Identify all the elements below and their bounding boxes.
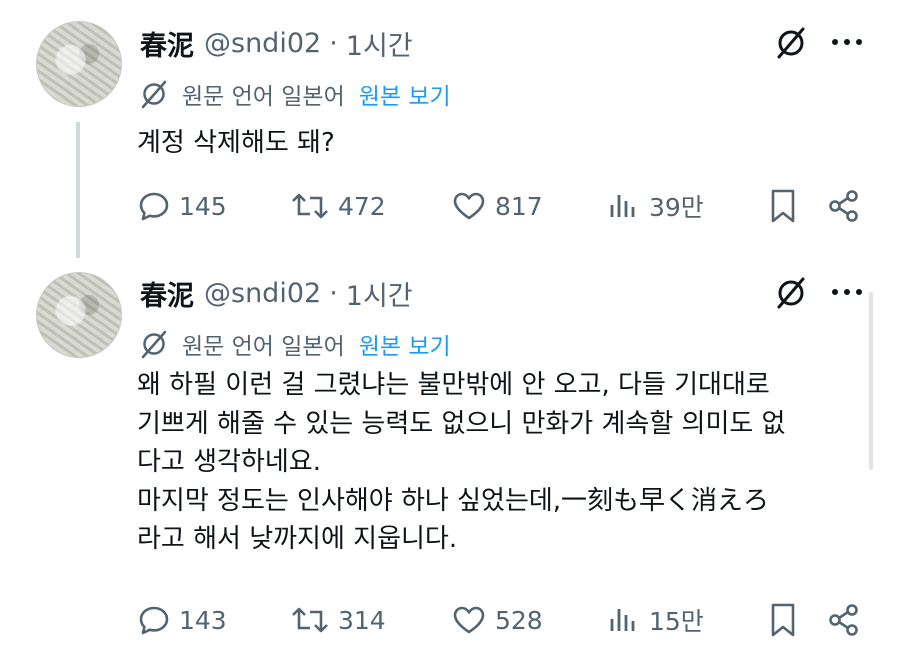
share-icon <box>829 190 858 222</box>
views-icon <box>610 195 635 217</box>
separator: · <box>329 27 338 59</box>
slashed-circle-icon <box>141 330 167 359</box>
translation-label: 원문 언어 일본어 <box>182 84 345 110</box>
separator: · <box>329 277 338 309</box>
scrollbar[interactable] <box>869 292 873 470</box>
view-original-link[interactable]: 원본 보기 <box>359 77 451 111</box>
tweet[interactable]: 春泥 @sndi02 · 1시간 원문 언어 일본어 원본 보기 왜 하필 이런… <box>0 262 900 663</box>
tweet-header: 春泥 @sndi02 · 1시간 <box>140 24 413 63</box>
timestamp[interactable]: 1시간 <box>346 274 413 313</box>
like-count: 528 <box>495 605 543 635</box>
like-button[interactable]: 528 <box>451 600 543 640</box>
like-button[interactable]: 817 <box>451 186 543 226</box>
reply-button[interactable]: 145 <box>137 186 227 226</box>
retweet-count: 472 <box>338 191 386 221</box>
tweet-header: 春泥 @sndi02 · 1시간 <box>140 274 413 313</box>
tweet-text-line: 마지막 정도는 인사해야 하나 싶었는데,一刻も早く消えろ <box>137 485 770 516</box>
view-original-link[interactable]: 원본 보기 <box>359 327 451 361</box>
translation-notice: 원문 언어 일본어 원본 보기 <box>140 328 451 360</box>
views-button[interactable]: 39만 <box>607 186 704 226</box>
retweet-button[interactable]: 314 <box>290 600 386 640</box>
more-icon[interactable] <box>832 275 862 309</box>
tweet-text-line: 기쁘게 해줄 수 있는 능력도 없으니 만화가 계속할 의미도 없 <box>137 408 786 439</box>
share-button[interactable] <box>826 186 862 226</box>
reply-button[interactable]: 143 <box>137 600 227 640</box>
share-button[interactable] <box>826 600 862 640</box>
more-icon[interactable] <box>832 25 862 59</box>
tweet-text-line: 왜 하필 이런 걸 그렸냐는 불만밖에 안 오고, 다들 기대대로 <box>137 370 770 400</box>
author-handle[interactable]: @sndi02 <box>204 278 321 309</box>
tweet[interactable]: 春泥 @sndi02 · 1시간 원문 언어 일본어 원본 보기 계정 삭제해도… <box>0 0 900 258</box>
slashed-circle-icon <box>141 80 167 109</box>
retweet-icon <box>292 607 328 633</box>
tweet-text-line: 다고 생각하네요. <box>137 447 321 477</box>
share-icon <box>829 604 858 636</box>
avatar[interactable] <box>36 272 122 358</box>
bookmark-button[interactable] <box>768 186 798 226</box>
views-icon <box>610 609 635 631</box>
tweet-text-line: 계정 삭제해도 돼? <box>137 128 335 158</box>
bookmark-icon <box>771 189 795 223</box>
avatar[interactable] <box>36 21 122 107</box>
views-button[interactable]: 15만 <box>607 600 704 640</box>
tweet-text-line: 라고 해서 낮까지에 지웁니다. <box>137 524 458 554</box>
heart-icon <box>453 192 485 220</box>
view-count: 15만 <box>649 607 704 636</box>
author-name[interactable]: 春泥 <box>140 24 194 63</box>
retweet-count: 314 <box>338 605 386 635</box>
reply-count: 143 <box>179 605 227 635</box>
reply-count: 145 <box>179 191 227 221</box>
retweet-button[interactable]: 472 <box>290 186 386 226</box>
slashed-circle-icon[interactable] <box>775 25 807 59</box>
like-count: 817 <box>495 191 543 221</box>
translation-notice: 원문 언어 일본어 원본 보기 <box>140 78 451 110</box>
bookmark-icon <box>771 603 795 637</box>
heart-icon <box>453 606 485 634</box>
tweet-text: 왜 하필 이런 걸 그렸냐는 불만밖에 안 오고, 다들 기대대로 기쁘게 해줄… <box>137 366 857 559</box>
reply-icon <box>139 192 169 221</box>
author-handle[interactable]: @sndi02 <box>204 28 321 59</box>
translation-label: 원문 언어 일본어 <box>182 334 345 360</box>
action-bar: 143 314 528 15만 <box>0 600 900 640</box>
author-name[interactable]: 春泥 <box>140 274 194 313</box>
bookmark-button[interactable] <box>768 600 798 640</box>
view-count: 39만 <box>649 193 704 222</box>
reply-icon <box>139 606 169 635</box>
action-bar: 145 472 817 39만 <box>0 186 900 226</box>
timestamp[interactable]: 1시간 <box>346 24 413 63</box>
retweet-icon <box>292 193 328 219</box>
tweet-text: 계정 삭제해도 돼? <box>137 124 857 163</box>
slashed-circle-icon[interactable] <box>775 275 807 309</box>
